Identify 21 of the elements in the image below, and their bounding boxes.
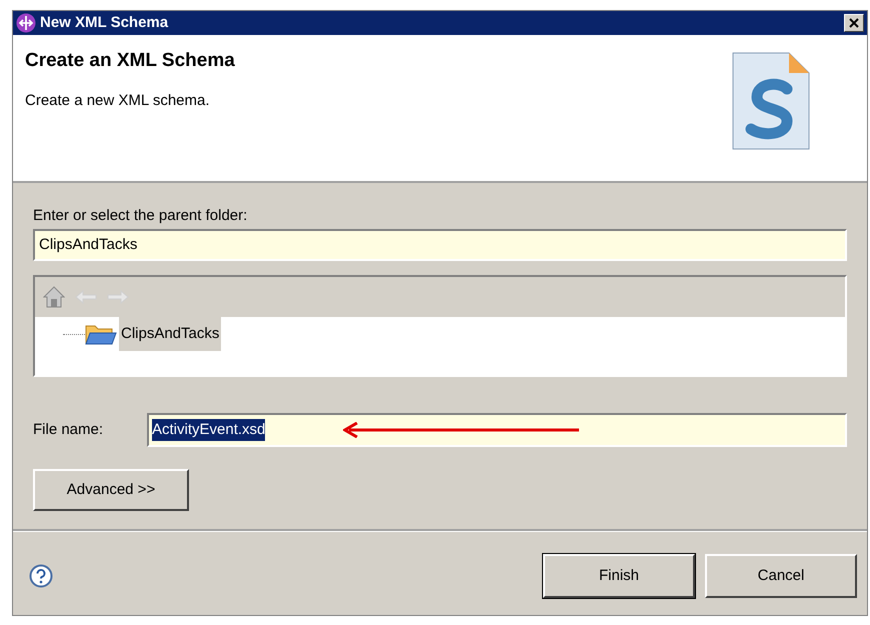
page-title: Create an XML Schema [25, 49, 235, 73]
tree-item[interactable]: ClipsAndTacks [119, 317, 222, 351]
dialog-button[interactable]: Cancel [705, 554, 857, 598]
app-icon [16, 13, 36, 33]
back-arrow-icon[interactable] [75, 290, 97, 304]
dialog-button[interactable]: Finish [543, 554, 695, 598]
schema-file-icon [731, 51, 811, 151]
folder-tree[interactable]: ClipsAndTacks [33, 275, 847, 377]
forward-arrow-icon[interactable] [107, 290, 129, 304]
page-description: Create a new XML schema. [25, 90, 211, 110]
parent-folder-field[interactable]: ClipsAndTacks [33, 229, 847, 261]
advanced-button[interactable]: Advanced >> [33, 469, 189, 511]
file-name-field[interactable]: ActivityEvent.xsd [147, 413, 847, 447]
close-button[interactable] [844, 14, 864, 32]
home-icon[interactable] [43, 285, 65, 309]
folder-icon [85, 323, 117, 345]
file-name-label: File name: [33, 420, 104, 440]
parent-folder-label: Enter or select the parent folder: [33, 206, 248, 226]
help-icon[interactable] [29, 564, 53, 588]
close-icon [849, 18, 859, 28]
window-title: New XML Schema [40, 12, 168, 33]
